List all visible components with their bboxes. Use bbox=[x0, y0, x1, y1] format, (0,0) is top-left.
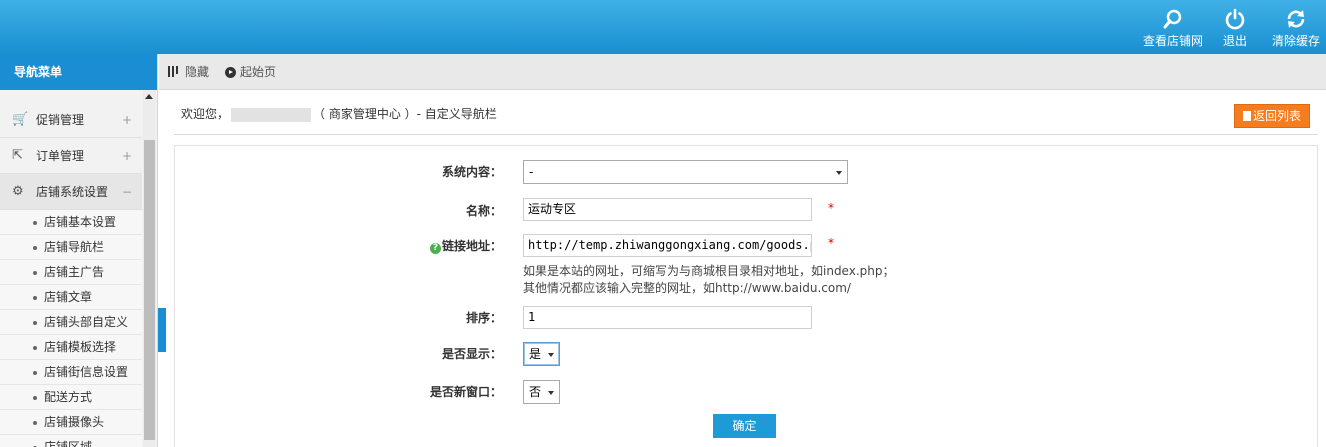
document-icon bbox=[1242, 110, 1251, 121]
gears-icon: ⚙ bbox=[12, 184, 24, 199]
expand-icon: + bbox=[121, 113, 132, 127]
view-store-label: 查看店铺网 bbox=[1142, 34, 1203, 48]
back-label: 返回列表 bbox=[1252, 109, 1301, 123]
menu-promotion-label: 促销管理 bbox=[36, 113, 85, 127]
sidebar-item-store-template[interactable]: 店铺模板选择 bbox=[0, 335, 142, 360]
order-input[interactable]: 1 bbox=[523, 306, 812, 329]
required-mark: * bbox=[828, 236, 834, 250]
sidebar-item-camera[interactable]: 店铺摄像头 bbox=[0, 410, 142, 435]
sidebar-item-store-articles[interactable]: 店铺文章 bbox=[0, 285, 142, 310]
menu-orders-label: 订单管理 bbox=[36, 149, 85, 163]
collapse-icon: − bbox=[121, 185, 132, 199]
sidebar-scrollbar[interactable] bbox=[143, 90, 156, 447]
sidebar-item-store-nav[interactable]: 店铺导航栏 bbox=[0, 235, 142, 260]
play-icon bbox=[225, 67, 236, 78]
logout-label: 退出 bbox=[1222, 34, 1247, 48]
expand-icon: + bbox=[121, 149, 132, 163]
show-select[interactable]: 是 bbox=[523, 342, 560, 366]
sidebar-item-shipping[interactable]: 配送方式 bbox=[0, 385, 142, 410]
menu-store-settings-label: 店铺系统设置 bbox=[36, 185, 109, 199]
chevron-down-icon bbox=[548, 353, 554, 357]
name-input[interactable]: 运动专区 bbox=[523, 198, 812, 221]
redacted-username bbox=[231, 107, 312, 122]
scroll-up-icon[interactable] bbox=[145, 94, 153, 99]
new-window-value: 否 bbox=[529, 385, 542, 399]
hide-label: 隐藏 bbox=[185, 65, 210, 79]
system-content-value: - bbox=[529, 165, 534, 179]
top-header: 查看店铺网 站 退出 清除缓存 bbox=[0, 0, 1326, 79]
external-link-icon: ⇱ bbox=[12, 148, 23, 163]
start-page-button[interactable]: 起始页 bbox=[225, 64, 276, 80]
clear-cache-label: 清除缓存 bbox=[1271, 34, 1320, 48]
start-label: 起始页 bbox=[240, 65, 277, 79]
hide-sidebar-button[interactable]: 隐藏 bbox=[168, 64, 209, 81]
show-value: 是 bbox=[529, 347, 542, 361]
search-icon bbox=[1140, 8, 1206, 32]
required-mark: * bbox=[828, 201, 834, 215]
link-label-text: 链接地址： bbox=[441, 239, 502, 253]
sidebar-item-store-basic[interactable]: 店铺基本设置 bbox=[0, 210, 142, 235]
sidebar-title: 导航菜单 bbox=[0, 54, 157, 90]
cart-icon: 🛒 bbox=[12, 112, 29, 127]
menu-promotion[interactable]: 🛒 促销管理 + bbox=[0, 102, 142, 138]
sidebar-item-region[interactable]: 店铺区域 bbox=[0, 435, 142, 447]
divider bbox=[174, 134, 1318, 135]
system-content-select[interactable]: - bbox=[523, 160, 848, 184]
page-title: 欢迎您， （ 商家管理中心 ）- 自定义导航栏 bbox=[181, 105, 497, 122]
new-window-label: 是否新窗口： bbox=[429, 385, 502, 399]
chevron-down-icon bbox=[836, 171, 842, 175]
columns-icon bbox=[168, 65, 182, 81]
sidebar-item-street-info[interactable]: 店铺街信息设置 bbox=[0, 360, 142, 385]
name-label: 名称： bbox=[465, 204, 502, 218]
welcome-prefix: 欢迎您， bbox=[181, 107, 230, 121]
logout-button[interactable]: 退出 bbox=[1218, 8, 1252, 48]
order-label: 排序： bbox=[465, 311, 502, 325]
submit-button[interactable]: 确定 bbox=[713, 414, 776, 438]
link-input[interactable]: http://temp.zhiwanggongxiang.com/goods.p… bbox=[523, 234, 812, 257]
welcome-suffix: （ 商家管理中心 ）- 自定义导航栏 bbox=[313, 107, 497, 121]
sidebar-item-store-banner[interactable]: 店铺主广告 bbox=[0, 260, 142, 285]
clear-cache-button[interactable]: 清除缓存 bbox=[1268, 8, 1324, 48]
help-icon[interactable]: ? bbox=[429, 243, 441, 254]
menu-orders[interactable]: ⇱ 订单管理 + bbox=[0, 138, 142, 174]
sidebar-collapse-handle[interactable] bbox=[158, 308, 166, 352]
sidebar-item-store-header[interactable]: 店铺头部自定义 bbox=[0, 310, 142, 335]
toolbar: 隐藏 起始页 bbox=[159, 54, 1326, 90]
chevron-down-icon bbox=[548, 391, 554, 395]
sidebar: 导航菜单 🛒 促销管理 + ⇱ 订单管理 + ⚙ 店铺系统设置 − 店铺基本设置… bbox=[0, 54, 158, 447]
link-hint-2: 其他情况都应该输入完整的网址，如http://www.baidu.com/ bbox=[523, 281, 851, 295]
scrollbar-thumb[interactable] bbox=[144, 140, 155, 440]
refresh-icon bbox=[1268, 8, 1324, 32]
power-icon bbox=[1218, 8, 1252, 32]
menu-store-settings[interactable]: ⚙ 店铺系统设置 − bbox=[0, 174, 142, 210]
link-hint-1: 如果是本站的网址，可缩写为与商城根目录相对地址，如index.php； bbox=[523, 264, 895, 278]
link-label: ? 链接地址： bbox=[302, 237, 502, 254]
new-window-select[interactable]: 否 bbox=[523, 380, 560, 404]
show-label: 是否显示： bbox=[441, 347, 502, 361]
back-to-list-button[interactable]: 返回列表 bbox=[1234, 104, 1310, 128]
system-content-label: 系统内容： bbox=[441, 165, 502, 179]
